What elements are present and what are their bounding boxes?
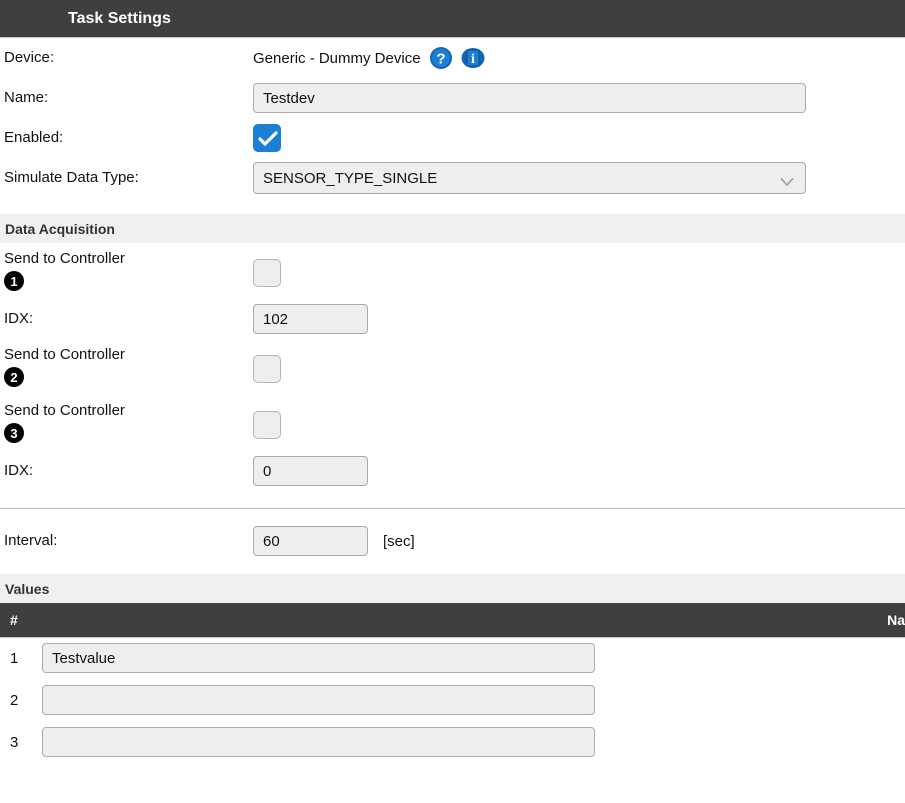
simulate-data-type-label: Simulate Data Type:	[4, 169, 139, 186]
idx-row-1: IDX:	[0, 299, 905, 339]
device-row: Device: Generic - Dummy Device ? i	[0, 38, 905, 78]
value-name-input-1[interactable]	[42, 643, 595, 674]
svg-text:?: ?	[436, 51, 445, 68]
send-to-controller-row-3: Send to Controller 3	[0, 395, 905, 451]
controller-badge-1: 1	[4, 271, 24, 291]
section-divider	[0, 508, 905, 509]
simulate-data-type-select[interactable]: SENSOR_TYPE_SINGLE	[253, 162, 806, 194]
data-acquisition-header: Data Acquisition	[0, 214, 905, 243]
device-value-group: Generic - Dummy Device ? i	[253, 46, 485, 70]
values-table: # Na 1 2 3	[0, 603, 905, 763]
row-number: 1	[10, 649, 19, 667]
send-to-controller-row-1: Send to Controller 1	[0, 243, 905, 299]
idx-row-2: IDX:	[0, 451, 905, 491]
send-to-controller-checkbox-2[interactable]	[253, 355, 281, 383]
interval-input[interactable]	[253, 526, 368, 556]
idx-label-1: IDX:	[4, 310, 34, 327]
table-row: 2	[0, 679, 905, 721]
send-to-controller-text-2: Send to Controller	[4, 346, 125, 363]
values-table-header-row: # Na	[0, 603, 905, 638]
send-to-controller-row-2: Send to Controller 2	[0, 339, 905, 395]
values-title: Values	[5, 580, 50, 597]
name-label: Name:	[4, 89, 49, 106]
enabled-row: Enabled:	[0, 118, 905, 158]
information-icon[interactable]: i	[461, 46, 485, 70]
idx-label-2: IDX:	[4, 462, 34, 479]
idx-input-2[interactable]	[253, 456, 368, 486]
send-to-controller-label-1: Send to Controller 1	[4, 249, 253, 292]
question-mark-help-icon[interactable]: ?	[429, 46, 453, 70]
value-name-input-3[interactable]	[42, 727, 595, 757]
column-header-number[interactable]: #	[0, 603, 38, 638]
enabled-label: Enabled:	[4, 129, 64, 146]
send-to-controller-label-3: Send to Controller 3	[4, 401, 253, 444]
table-row: 1	[0, 637, 905, 679]
name-row: Name:	[0, 78, 905, 118]
row-number: 2	[10, 691, 19, 709]
value-name-input-2[interactable]	[42, 685, 595, 715]
send-to-controller-text-3: Send to Controller	[4, 402, 125, 419]
controller-badge-2: 2	[4, 367, 24, 387]
interval-unit: [sec]	[383, 532, 415, 550]
data-acquisition-title: Data Acquisition	[5, 220, 115, 237]
send-to-controller-checkbox-3[interactable]	[253, 411, 281, 439]
row-name-cell	[38, 679, 905, 721]
table-row: 3	[0, 721, 905, 763]
send-to-controller-checkbox-1[interactable]	[253, 259, 281, 287]
row-number: 3	[10, 733, 19, 751]
column-header-name[interactable]: Na	[38, 603, 905, 638]
device-label: Device:	[4, 49, 55, 66]
send-to-controller-text-1: Send to Controller	[4, 250, 125, 267]
send-to-controller-label-2: Send to Controller 2	[4, 345, 253, 388]
svg-text:i: i	[471, 52, 475, 67]
simulate-data-type-row: Simulate Data Type: SENSOR_TYPE_SINGLE	[0, 158, 905, 198]
controller-badge-3: 3	[4, 423, 24, 443]
idx-input-1[interactable]	[253, 304, 368, 334]
task-settings-header: Task Settings	[0, 0, 905, 38]
values-header: Values	[0, 574, 905, 603]
interval-label: Interval:	[4, 532, 58, 549]
enabled-checkbox[interactable]	[253, 124, 281, 152]
row-name-cell	[38, 637, 905, 679]
name-input[interactable]	[253, 83, 806, 113]
task-settings-page: Task Settings Device: Generic - Dummy De…	[0, 0, 905, 803]
row-name-cell	[38, 721, 905, 763]
task-settings-title: Task Settings	[68, 9, 171, 27]
device-value: Generic - Dummy Device	[253, 49, 421, 67]
interval-row: Interval: [sec]	[0, 521, 905, 561]
